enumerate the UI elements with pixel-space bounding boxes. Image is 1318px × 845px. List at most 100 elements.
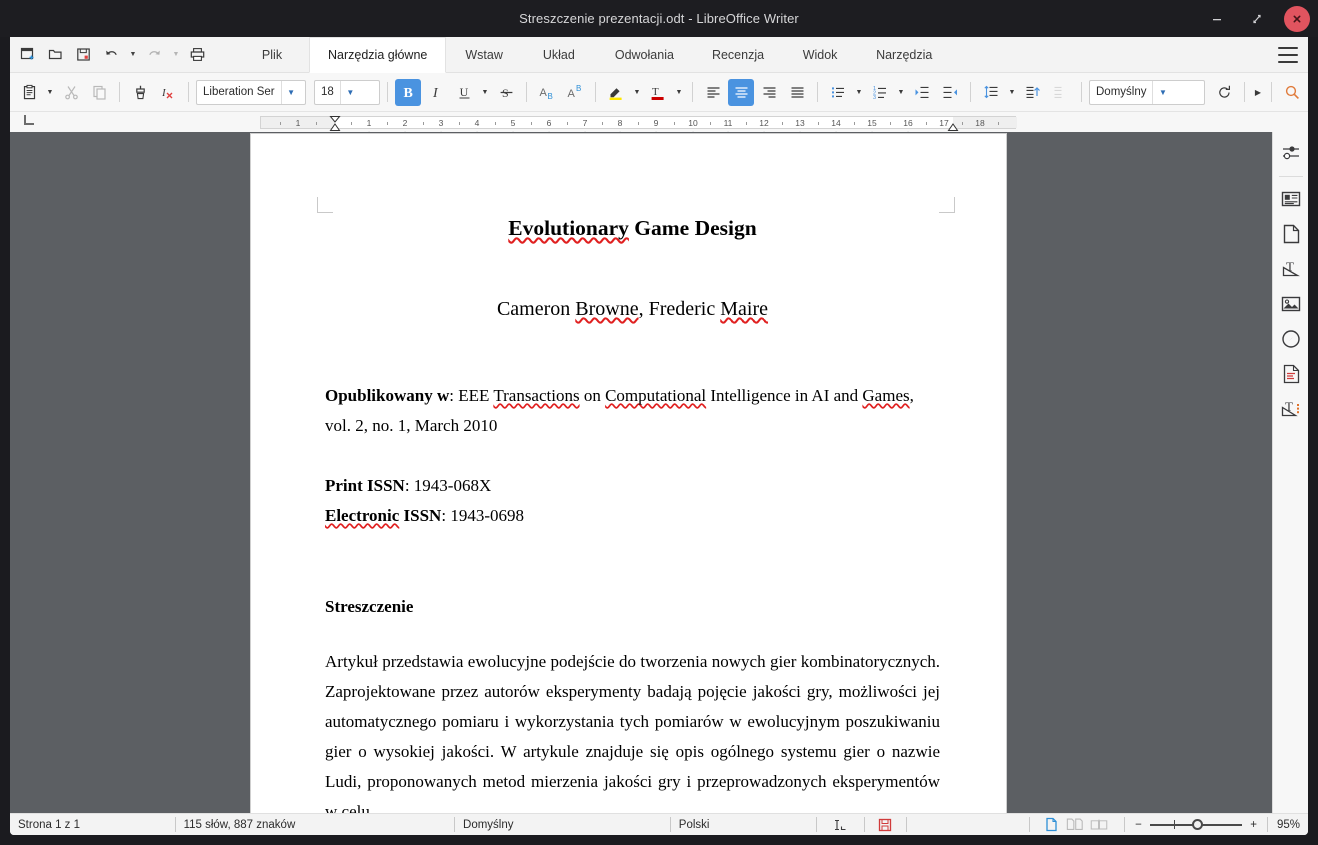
underline-dropdown-icon[interactable]: ▼ — [479, 79, 491, 106]
toolbar-separator — [692, 82, 693, 102]
subscript-button[interactable]: AB — [534, 79, 560, 106]
sidebar-style-inspector-icon[interactable]: T — [1276, 394, 1306, 424]
view-single-page-icon[interactable] — [1042, 817, 1060, 833]
sidebar-properties-icon[interactable] — [1276, 184, 1306, 214]
align-left-button[interactable] — [700, 79, 726, 106]
tab-uklad[interactable]: Układ — [522, 37, 596, 72]
font-size-value[interactable]: 18 — [315, 81, 340, 104]
font-name-value[interactable]: Liberation Ser — [197, 81, 281, 104]
undo-icon[interactable] — [100, 43, 123, 67]
paragraph-style-combobox[interactable]: Domyślny ▼ — [1089, 80, 1205, 105]
print-icon[interactable] — [186, 43, 209, 67]
zoom-level-label[interactable]: 95% — [1268, 814, 1308, 835]
increase-indent-icon[interactable] — [909, 79, 935, 106]
toolbar-separator — [817, 82, 818, 102]
bullet-list-dropdown-icon[interactable]: ▼ — [853, 79, 865, 106]
redo-dropdown-icon[interactable]: ▼ — [171, 51, 181, 58]
number-list-dropdown-icon[interactable]: ▼ — [895, 79, 907, 106]
sidebar-styles-icon[interactable]: T — [1276, 254, 1306, 284]
tab-recenzja[interactable]: Recenzja — [693, 37, 783, 72]
highlight-color-icon[interactable] — [603, 79, 629, 106]
strikethrough-button[interactable]: S — [493, 79, 519, 106]
print-issn-paragraph: Print ISSN: 1943-068X — [325, 471, 940, 501]
search-icon[interactable] — [1279, 79, 1305, 106]
align-right-button[interactable] — [756, 79, 782, 106]
document-canvas[interactable]: Evolutionary Game Design Cameron Browne,… — [10, 132, 1308, 815]
document-page[interactable]: Evolutionary Game Design Cameron Browne,… — [250, 133, 1007, 815]
status-language[interactable]: Polski — [671, 814, 816, 835]
svg-text:U: U — [459, 85, 468, 99]
svg-text:A: A — [568, 88, 576, 100]
published-label: Opublikowany w — [325, 386, 449, 405]
new-document-icon[interactable] — [16, 43, 39, 67]
undo-dropdown-icon[interactable]: ▼ — [128, 51, 138, 58]
underline-button[interactable]: U — [451, 79, 477, 106]
decrease-indent-icon[interactable] — [937, 79, 963, 106]
open-document-icon[interactable] — [44, 43, 67, 67]
save-document-icon[interactable] — [72, 43, 95, 67]
sidebar-settings-icon[interactable] — [1276, 138, 1306, 168]
italic-button[interactable]: I — [423, 79, 449, 106]
zoom-slider[interactable] — [1148, 818, 1245, 832]
toolbar-overflow-icon[interactable]: ▶ — [1252, 79, 1264, 106]
highlight-dropdown-icon[interactable]: ▼ — [631, 79, 643, 106]
align-center-button[interactable] — [728, 79, 754, 106]
maximize-button[interactable] — [1244, 6, 1270, 32]
sidebar-gallery-icon[interactable] — [1276, 289, 1306, 319]
font-size-dropdown-icon[interactable]: ▼ — [340, 81, 360, 104]
bullet-list-icon[interactable] — [825, 79, 851, 106]
status-word-count[interactable]: 115 słów, 887 znaków — [176, 814, 454, 835]
view-multi-page-icon[interactable] — [1066, 817, 1084, 833]
line-spacing-icon[interactable] — [978, 79, 1004, 106]
line-spacing-dropdown-icon[interactable]: ▼ — [1006, 79, 1018, 106]
superscript-button[interactable]: AB — [562, 79, 588, 106]
horizontal-ruler[interactable]: 1 1 2 3 4 5 6 7 8 9 10 11 12 13 14 15 16… — [260, 116, 1016, 129]
zoom-in-button[interactable]: + — [1244, 814, 1267, 835]
align-justify-button[interactable] — [784, 79, 810, 106]
tab-narzedzia[interactable]: Narzędzia — [857, 37, 951, 72]
paragraph-spacing-decrease-icon[interactable] — [1048, 79, 1074, 106]
paragraph-style-dropdown-icon[interactable]: ▼ — [1152, 81, 1172, 104]
status-page-count[interactable]: Strona 1 z 1 — [10, 814, 175, 835]
left-indent-marker[interactable] — [330, 116, 341, 131]
paste-dropdown-icon[interactable]: ▼ — [44, 79, 56, 106]
view-book-icon[interactable] — [1090, 817, 1108, 833]
font-color-icon[interactable]: T — [645, 79, 671, 106]
minimize-button[interactable] — [1204, 6, 1230, 32]
tab-odwolania[interactable]: Odwołania — [596, 37, 693, 72]
sidebar-manage-changes-icon[interactable] — [1276, 359, 1306, 389]
sidebar-navigator-icon[interactable] — [1276, 324, 1306, 354]
cut-icon[interactable] — [58, 79, 84, 106]
right-indent-marker[interactable] — [948, 116, 959, 131]
tab-list: Plik Narzędzia główne Wstaw Układ Odwoła… — [235, 37, 951, 72]
menu-button[interactable]: Menu — [1307, 85, 1308, 99]
paste-icon[interactable] — [16, 79, 42, 106]
font-size-combobox[interactable]: 18 ▼ — [314, 80, 380, 105]
sidebar-page-icon[interactable] — [1276, 219, 1306, 249]
update-style-icon[interactable] — [1211, 79, 1237, 106]
tab-narzedzia-glowne[interactable]: Narzędzia główne — [309, 37, 446, 73]
tab-label: Narzędzia — [876, 48, 932, 62]
zoom-slider-knob[interactable] — [1192, 819, 1203, 830]
copy-icon[interactable] — [86, 79, 112, 106]
clone-formatting-icon[interactable] — [127, 79, 153, 106]
font-color-dropdown-icon[interactable]: ▼ — [673, 79, 685, 106]
close-button[interactable] — [1284, 6, 1310, 32]
zoom-out-button[interactable]: − — [1125, 814, 1148, 835]
paragraph-spacing-increase-icon[interactable] — [1020, 79, 1046, 106]
bold-button[interactable]: B — [395, 79, 421, 106]
number-list-icon[interactable]: 123 — [867, 79, 893, 106]
paragraph-style-value[interactable]: Domyślny — [1090, 81, 1152, 104]
tab-widok[interactable]: Widok — [783, 37, 857, 72]
status-save-state-icon[interactable] — [865, 814, 906, 835]
status-selection-mode-icon[interactable] — [817, 814, 864, 835]
font-name-combobox[interactable]: Liberation Ser ▼ — [196, 80, 306, 105]
tab-plik[interactable]: Plik — [235, 37, 309, 72]
tab-wstaw[interactable]: Wstaw — [446, 37, 522, 72]
menu-hamburger-icon[interactable] — [1278, 47, 1298, 63]
document-text[interactable]: Evolutionary Game Design Cameron Browne,… — [325, 204, 940, 815]
clear-formatting-icon[interactable]: I — [155, 79, 181, 106]
font-name-dropdown-icon[interactable]: ▼ — [281, 81, 301, 104]
status-page-style[interactable]: Domyślny — [455, 814, 670, 835]
redo-icon[interactable] — [143, 43, 166, 67]
